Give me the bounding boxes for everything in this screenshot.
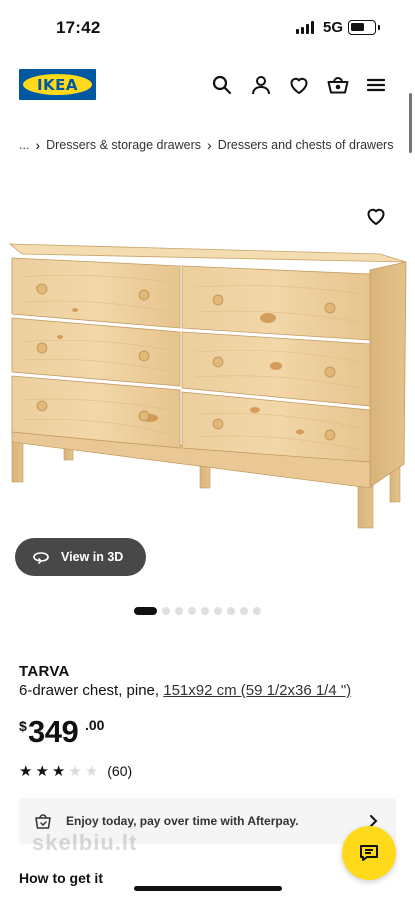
- afterpay-text: Enjoy today, pay over time with Afterpay…: [66, 814, 299, 828]
- signal-icon: [296, 21, 314, 34]
- afterpay-bag-icon: [35, 814, 51, 829]
- view-in-3d-label: View in 3D: [61, 550, 124, 564]
- chevron-right-icon: ›: [207, 137, 212, 153]
- product-dimensions-link[interactable]: 151x92 cm (59 1/2x36 1/4 "): [163, 682, 351, 699]
- price-currency: $: [19, 718, 27, 734]
- site-header: IKEA: [0, 56, 415, 116]
- heart-icon[interactable]: [287, 73, 311, 97]
- status-bar: 17:42 5G: [0, 0, 415, 56]
- logo-text: IKEA: [36, 76, 79, 94]
- clock: 17:42: [56, 18, 101, 37]
- basket-icon[interactable]: [326, 73, 350, 97]
- product-name: TARVA: [19, 663, 70, 680]
- breadcrumb: ... › Dressers & storage drawers › Dress…: [19, 137, 393, 153]
- ikea-logo[interactable]: IKEA: [19, 69, 96, 100]
- search-icon[interactable]: [210, 73, 234, 97]
- star-empty-icon: ★: [84, 762, 99, 780]
- carousel-dot[interactable]: [188, 607, 196, 615]
- carousel-dot[interactable]: [227, 607, 235, 615]
- breadcrumb-ellipsis[interactable]: ...: [19, 138, 29, 152]
- star-filled-icon: ★: [19, 762, 33, 780]
- chevron-right-icon: ›: [35, 137, 41, 153]
- rotate-3d-icon: [33, 552, 49, 564]
- carousel-dot[interactable]: [134, 607, 157, 615]
- product-description: 6-drawer chest, pine, 151x92 cm (59 1/2x…: [19, 682, 351, 699]
- carousel-dot[interactable]: [175, 607, 183, 615]
- carousel-dot[interactable]: [201, 607, 209, 615]
- scrollbar[interactable]: [409, 93, 412, 153]
- product-rating[interactable]: ★ ★ ★ ★ ★ (60): [19, 763, 132, 779]
- carousel-dot[interactable]: [214, 607, 222, 615]
- breadcrumb-item-dressers-storage[interactable]: Dressers & storage drawers: [46, 138, 201, 152]
- star-empty-icon: ★: [68, 762, 82, 780]
- product-type: 6-drawer chest, pine,: [19, 682, 160, 699]
- chat-icon: [360, 845, 378, 861]
- carousel-dot[interactable]: [253, 607, 261, 615]
- chat-button[interactable]: [342, 826, 396, 880]
- menu-icon[interactable]: [364, 73, 388, 97]
- how-to-get-it-heading: How to get it: [19, 870, 103, 886]
- home-indicator[interactable]: [134, 886, 282, 891]
- add-to-favourites-icon[interactable]: [364, 204, 388, 228]
- review-count[interactable]: (60): [107, 763, 132, 779]
- network-type: 5G: [323, 19, 344, 36]
- battery-icon: [348, 20, 380, 35]
- price-decimal: .00: [85, 717, 105, 733]
- watermark: skelbiu.lt: [32, 830, 138, 855]
- account-icon[interactable]: [249, 73, 273, 97]
- view-in-3d-button[interactable]: View in 3D: [15, 538, 146, 576]
- breadcrumb-item-dressers-chests[interactable]: Dressers and chests of drawers: [218, 138, 394, 152]
- carousel-dot[interactable]: [162, 607, 170, 615]
- price-integer: 349: [28, 714, 79, 749]
- product-image[interactable]: [0, 232, 415, 532]
- star-filled-icon: ★: [51, 762, 66, 780]
- rating-stars: ★ ★ ★ ★ ★: [19, 764, 98, 779]
- carousel-dot[interactable]: [240, 607, 248, 615]
- star-filled-icon: ★: [35, 762, 49, 780]
- image-carousel-dots[interactable]: [134, 607, 261, 615]
